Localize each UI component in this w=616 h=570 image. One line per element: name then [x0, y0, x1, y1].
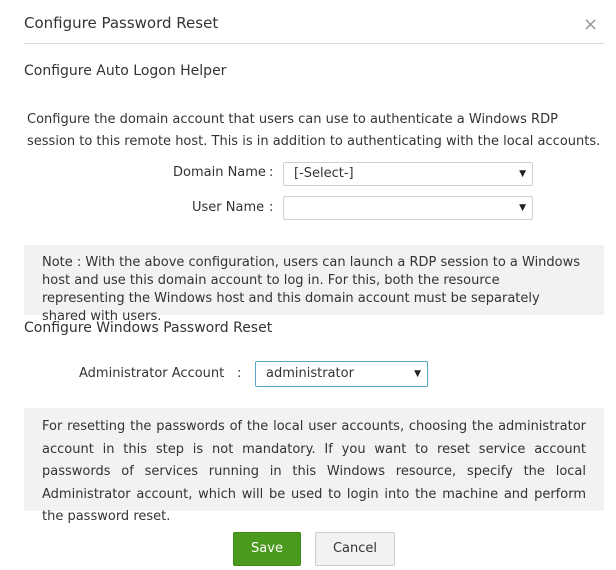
dialog-title: Configure Password Reset — [24, 14, 219, 32]
cancel-button[interactable]: Cancel — [315, 532, 395, 566]
domain-name-select[interactable]: [-Select-] ▼ — [283, 162, 533, 186]
chevron-down-icon: ▼ — [519, 169, 526, 179]
domain-name-value: [-Select-] — [294, 166, 354, 181]
close-icon[interactable]: × — [583, 15, 598, 35]
administrator-account-label: Administrator Account — [79, 366, 225, 381]
user-name-select[interactable]: ▼ — [283, 196, 533, 220]
administrator-account-select[interactable]: administrator ▼ — [255, 361, 428, 387]
auto-logon-description: Configure the domain account that users … — [27, 112, 601, 149]
password-reset-info: For resetting the passwords of the local… — [24, 408, 604, 524]
user-name-colon: : — [269, 200, 274, 215]
chevron-down-icon: ▼ — [414, 369, 421, 379]
save-button[interactable]: Save — [233, 532, 301, 566]
title-divider — [24, 43, 604, 44]
auto-logon-heading: Configure Auto Logon Helper — [24, 63, 227, 79]
administrator-account-value: administrator — [266, 366, 354, 381]
domain-name-colon: : — [269, 165, 274, 180]
user-name-label: User Name — [192, 200, 265, 215]
administrator-account-colon: : — [237, 366, 242, 381]
chevron-down-icon: ▼ — [519, 203, 526, 213]
auto-logon-note: Note : With the above configuration, use… — [24, 245, 604, 324]
domain-name-label: Domain Name — [173, 165, 266, 180]
password-reset-heading: Configure Windows Password Reset — [24, 320, 273, 336]
